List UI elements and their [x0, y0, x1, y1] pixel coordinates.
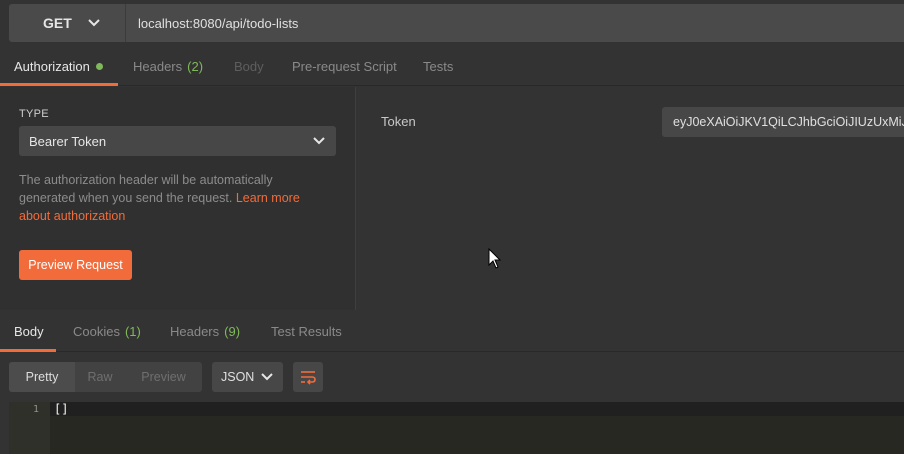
format-preview-button[interactable]: Preview — [125, 362, 202, 392]
auth-type-value: Bearer Token — [29, 133, 107, 149]
response-section: Body Cookies (1) Headers (9) Test Result… — [0, 310, 904, 454]
tab-cookies-count: (1) — [124, 323, 141, 339]
active-line-highlight — [50, 402, 904, 416]
mouse-cursor-icon — [488, 248, 502, 269]
tab-response-body[interactable]: Body — [14, 310, 44, 352]
tab-pre-request-script-label: Pre-request Script — [292, 59, 397, 74]
url-input[interactable]: localhost:8080/api/todo-lists — [125, 4, 904, 42]
tab-response-body-label: Body — [14, 323, 44, 339]
auth-type-select[interactable]: Bearer Token — [19, 126, 336, 156]
status-dot-icon — [95, 63, 103, 70]
format-pretty-button[interactable]: Pretty — [9, 362, 75, 392]
tab-test-results[interactable]: Test Results — [271, 310, 342, 352]
language-value: JSON — [221, 370, 255, 384]
tab-headers[interactable]: Headers (2) — [133, 48, 203, 85]
tab-tests-label: Tests — [423, 59, 454, 74]
tab-pre-request-script[interactable]: Pre-request Script — [292, 48, 397, 85]
line-number: 1 — [32, 404, 39, 415]
preview-request-button[interactable]: Preview Request — [19, 250, 132, 280]
url-text: localhost:8080/api/todo-lists — [138, 15, 299, 31]
token-value: eyJ0eXAiOiJKV1QiLCJhbGciOiJIUzUxMiJ9.ey — [673, 115, 904, 129]
editor-gutter: 1 — [9, 402, 50, 454]
token-input[interactable]: eyJ0eXAiOiJKV1QiLCJhbGciOiJIUzUxMiJ9.ey — [662, 107, 904, 137]
token-panel: Token eyJ0eXAiOiJKV1QiLCJhbGciOiJIUzUxMi… — [357, 87, 904, 310]
token-label: Token — [381, 114, 416, 129]
chevron-down-icon — [313, 137, 325, 145]
tab-body-label: Body — [234, 59, 264, 74]
wrap-lines-button[interactable] — [293, 362, 323, 392]
tab-authorization[interactable]: Authorization — [14, 48, 103, 85]
tab-response-headers[interactable]: Headers (9) — [170, 310, 240, 352]
response-tabs: Body Cookies (1) Headers (9) Test Result… — [0, 310, 904, 352]
wrap-lines-icon — [301, 371, 316, 385]
tab-tests[interactable]: Tests — [423, 48, 453, 85]
type-label: TYPE — [19, 108, 49, 120]
language-select[interactable]: JSON — [212, 362, 283, 392]
tab-body[interactable]: Body — [234, 48, 264, 85]
method-label: GET — [43, 15, 72, 31]
request-tabs: Authorization Headers (2) Body Pre-reque… — [0, 48, 904, 86]
auth-help-text: The authorization header will be automat… — [19, 171, 319, 225]
tab-response-headers-label: Headers — [170, 323, 220, 339]
format-toggle-group: Pretty Raw Preview — [9, 362, 202, 392]
chevron-down-icon — [261, 373, 273, 381]
chevron-down-icon — [88, 19, 100, 27]
auth-help-description: The authorization header will be automat… — [19, 173, 273, 205]
tab-headers-count: (2) — [187, 59, 204, 74]
request-bar: GET localhost:8080/api/todo-lists — [0, 0, 904, 46]
active-tab-indicator — [0, 83, 118, 86]
response-body-editor[interactable]: 1 [] — [9, 402, 904, 454]
tab-headers-label: Headers — [133, 59, 183, 74]
code-line: [] — [54, 402, 69, 416]
response-toolbar: Pretty Raw Preview JSON — [0, 352, 904, 402]
method-dropdown[interactable]: GET — [9, 4, 125, 42]
auth-type-panel: TYPE Bearer Token The authorization head… — [0, 87, 356, 310]
tab-cookies[interactable]: Cookies (1) — [73, 310, 141, 352]
tab-test-results-label: Test Results — [271, 323, 342, 339]
tab-cookies-label: Cookies — [73, 323, 120, 339]
format-raw-button[interactable]: Raw — [75, 362, 125, 392]
tab-response-headers-count: (9) — [224, 323, 241, 339]
tab-authorization-label: Authorization — [14, 59, 90, 74]
